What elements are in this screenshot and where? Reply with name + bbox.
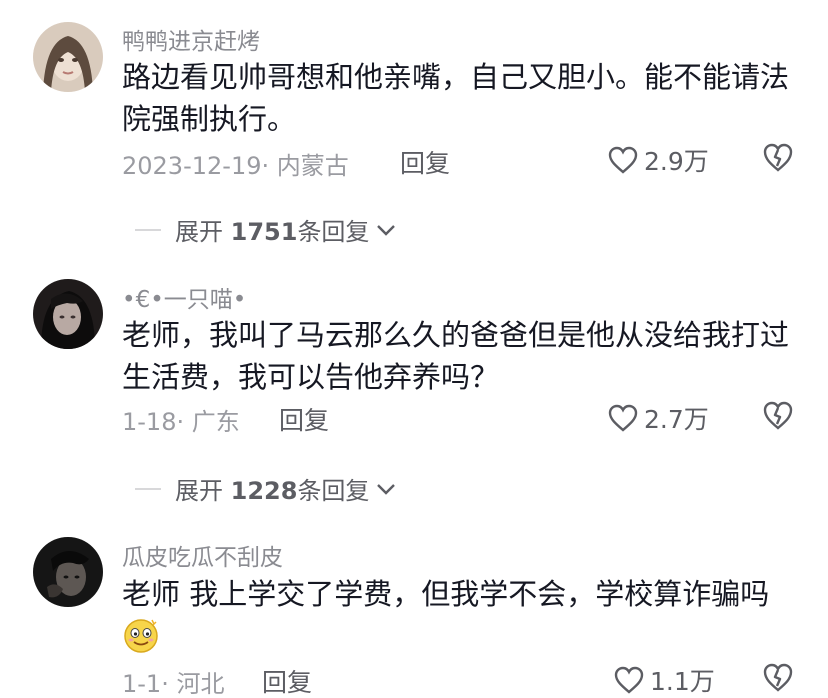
comment-text: 老师 我上学交了学费，但我学不会，学校算诈骗吗 (122, 577, 770, 611)
comment-meta: 1-18· 广东 (122, 408, 240, 436)
broken-heart-icon (763, 663, 793, 692)
reply-button[interactable]: 回复 (279, 401, 329, 437)
comment-meta: 1-1· 河北 (122, 670, 225, 698)
broken-heart-icon (763, 401, 793, 430)
expand-replies-label: 展开 1751条回复 (175, 218, 370, 246)
like-count: 2.9万 (644, 147, 709, 176)
avatar[interactable] (33, 279, 103, 349)
chevron-down-icon (377, 224, 396, 236)
comment-text: 老师，我叫了马云那么久的爸爸但是他从没给我打过生活费，我可以告他弃养吗？ (122, 318, 790, 394)
dislike-button[interactable] (762, 400, 794, 434)
comment-meta: 2023-12-19· 内蒙古 (122, 152, 349, 180)
like-button[interactable]: 2.7万 (608, 400, 709, 436)
reply-button[interactable]: 回复 (400, 144, 450, 180)
like-button[interactable]: 1.1万 (614, 662, 715, 698)
heart-icon (614, 666, 644, 694)
expand-replies-button[interactable]: 展开 1751条回复 (135, 212, 397, 247)
expand-replies-button[interactable]: 展开 1228条回复 (135, 471, 397, 506)
divider (135, 228, 161, 231)
username[interactable]: 瓜皮吃瓜不刮皮 (122, 538, 283, 572)
like-count: 1.1万 (650, 667, 715, 696)
expand-replies-label: 展开 1228条回复 (175, 477, 370, 505)
dislike-button[interactable] (762, 142, 794, 176)
heart-icon (608, 404, 638, 432)
avatar[interactable] (33, 537, 103, 607)
username[interactable]: 鸭鸭进京赶烤 (122, 22, 260, 56)
like-count: 2.7万 (644, 405, 709, 434)
like-button[interactable]: 2.9万 (608, 142, 709, 178)
heart-icon (608, 146, 638, 174)
dislike-button[interactable] (762, 662, 794, 696)
chevron-down-icon (377, 483, 396, 495)
avatar[interactable] (33, 22, 103, 92)
smiling-face-emoji (122, 616, 160, 654)
username[interactable]: •€•一只喵• (122, 280, 246, 314)
broken-heart-icon (763, 143, 793, 172)
comment-text: 路边看见帅哥想和他亲嘴，自己又胆小。能不能请法院强制执行。 (122, 60, 790, 136)
divider (135, 487, 161, 490)
reply-button[interactable]: 回复 (262, 663, 312, 698)
